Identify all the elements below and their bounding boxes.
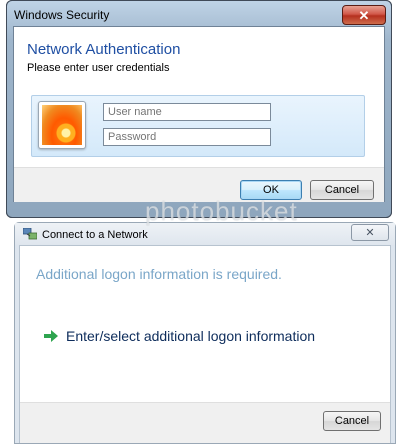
windows-security-dialog: Windows Security ✕ Network Authenticatio…	[6, 0, 392, 218]
network-icon	[23, 228, 37, 240]
dialog-content: Network Authentication Please enter user…	[13, 26, 385, 202]
flower-image	[42, 105, 82, 145]
info-message: Additional logon information is required…	[36, 266, 282, 282]
close-button[interactable]: ✕	[351, 224, 389, 241]
dialog-title: Connect to a Network	[42, 229, 148, 241]
close-icon: ✕	[365, 227, 375, 239]
logon-option-link[interactable]: Enter/select additional logon informatio…	[44, 328, 315, 344]
cancel-button[interactable]: Cancel	[310, 180, 374, 200]
titlebar: Connect to a Network ✕	[15, 223, 395, 245]
close-button[interactable]: ✕	[342, 5, 386, 25]
ok-button[interactable]: OK	[240, 180, 302, 200]
user-picture-icon	[38, 101, 86, 149]
password-input[interactable]	[103, 128, 271, 146]
dialog-footer: OK Cancel	[14, 167, 384, 202]
username-input[interactable]	[103, 103, 271, 121]
close-icon: ✕	[358, 7, 370, 23]
cancel-button[interactable]: Cancel	[323, 411, 381, 431]
dialog-title: Windows Security	[14, 8, 110, 22]
green-arrow-icon	[44, 330, 58, 342]
credential-tile	[31, 95, 365, 157]
dialog-footer: Cancel	[20, 402, 390, 443]
dialog-content: Additional logon information is required…	[19, 245, 391, 443]
option-label: Enter/select additional logon informatio…	[66, 328, 316, 344]
dialog-subheading: Please enter user credentials	[27, 62, 170, 74]
connect-to-network-dialog: Connect to a Network ✕ Additional logon …	[14, 222, 396, 444]
dialog-heading: Network Authentication	[27, 41, 181, 58]
